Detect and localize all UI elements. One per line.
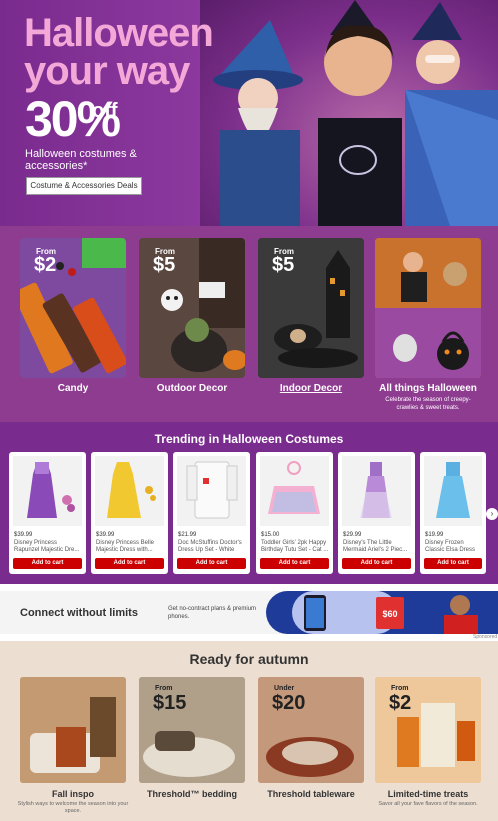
hero-banner[interactable]: Halloween your way 30% off Halloween cos… [0,0,498,226]
product-price: $15.00 [261,532,280,538]
autumn-bedding-tile[interactable]: From $15 [139,677,245,783]
costume-deals-button[interactable]: Costume & Accessories Deals [26,177,142,195]
category-outdoor-decor-tile[interactable]: From $5 [139,238,245,378]
autumn-price: $20 [272,692,306,714]
add-to-cart-button[interactable]: Add to cart [342,558,411,569]
carousel-next-icon[interactable]: › [486,508,498,520]
hero-discount-suffix: off [92,100,118,122]
autumn-fall-inspo-tile[interactable] [20,677,126,783]
autumn-treats-tile[interactable]: From $2 [375,677,481,783]
hero-image [200,0,498,226]
product-card[interactable]: $15.00 Toddler Girls' 2pk Happy Birthday… [256,452,333,574]
trending-costumes-section: Trending in Halloween Costumes $39.99 Di… [0,422,498,584]
add-to-cart-button[interactable]: Add to cart [177,558,246,569]
product-image [13,456,82,526]
autumn-price: $15 [153,692,187,714]
category-label[interactable]: Candy [20,383,126,394]
autumn-label[interactable]: Threshold™ bedding [132,789,252,799]
product-name[interactable]: Toddler Girls' 2pk Happy Birthday Tutu S… [261,540,329,554]
autumn-tableware-tile[interactable]: Under $20 [258,677,364,783]
product-name[interactable]: Disney's The Little Mermaid Ariel's 2 Pi… [343,540,411,554]
product-name[interactable]: Doc McStuffins Doctor's Dress Up Set - W… [178,540,246,554]
category-subtitle: Celebrate the season of creepy-crawlies … [385,397,471,411]
add-to-cart-button[interactable]: Add to cart [424,558,482,569]
product-card[interactable]: $19.99 Disney Frozen Classic Elsa Dress … [420,452,486,574]
product-image [424,456,482,526]
prepaid-card-price: $60 [382,609,398,619]
ad-subtitle: Get no-contract plans & premium phones. [168,606,257,620]
category-label[interactable]: All things Halloween [375,383,481,394]
product-price: $39.99 [96,532,115,538]
section-title: Ready for autumn [189,651,309,667]
category-price: $5 [153,254,176,276]
product-price: $39.99 [14,532,33,538]
category-candy-tile[interactable]: From $2 [20,238,126,378]
category-label[interactable]: Outdoor Decor [139,383,245,394]
add-to-cart-button[interactable]: Add to cart [13,558,82,569]
product-image [95,456,164,526]
add-to-cart-button[interactable]: Add to cart [95,558,164,569]
autumn-subtitle: Savor all your fave flavors of the seaso… [378,801,478,807]
autumn-label[interactable]: Threshold tableware [251,789,371,799]
category-indoor-decor-tile[interactable]: From $5 [258,238,364,378]
product-price: $29.99 [343,532,362,538]
autumn-from-label: From [391,685,409,692]
sponsored-ad-banner[interactable]: Connect without limits Get no-contract p… [0,591,498,634]
product-name[interactable]: Disney Frozen Classic Elsa Dress [425,540,483,554]
hero-subtitle: Halloween costumes & accessories* [25,148,137,172]
product-image [177,456,246,526]
autumn-label[interactable]: Limited-time treats [368,789,488,799]
hero-title: Halloween your way [24,11,214,93]
product-image [342,456,411,526]
autumn-subtitle: Stylish ways to welcome the season into … [17,801,129,814]
autumn-label[interactable]: Fall inspo [13,789,133,799]
category-all-halloween-tile[interactable] [375,238,481,378]
product-card[interactable]: $39.99 Disney Princess Belle Majestic Dr… [91,452,168,574]
halloween-categories: From $2 From $5 From $5 Candy Outdoor De… [0,226,498,422]
section-title: Trending in Halloween Costumes [154,432,344,446]
ad-title: Connect without limits [20,607,138,619]
autumn-price: $2 [389,692,412,714]
product-price: $19.99 [425,532,444,538]
product-name[interactable]: Disney Princess Rapunzel Majestic Dre... [14,540,82,554]
autumn-from-label: From [155,685,173,692]
add-to-cart-button[interactable]: Add to cart [260,558,329,569]
product-card[interactable]: $21.99 Doc McStuffins Doctor's Dress Up … [173,452,250,574]
ad-person-image [444,595,478,634]
all-halloween-image [375,238,481,378]
product-card[interactable]: $39.99 Disney Princess Rapunzel Majestic… [9,452,86,574]
prepaid-card-image: $60 [376,597,404,629]
sponsored-label: Sponsored [473,634,498,640]
category-price: $2 [34,254,57,276]
product-image [260,456,329,526]
category-label[interactable]: Indoor Decor [258,383,364,394]
product-card[interactable]: $29.99 Disney's The Little Mermaid Ariel… [338,452,415,574]
autumn-from-label: Under [274,685,295,692]
autumn-section: Ready for autumn From $15 Under $20 From… [0,641,498,821]
costumed-kids-illustration [213,0,498,226]
product-price: $21.99 [178,532,197,538]
category-price: $5 [272,254,295,276]
product-name[interactable]: Disney Princess Belle Majestic Dress wit… [96,540,164,554]
fall-inspo-image [20,677,126,783]
